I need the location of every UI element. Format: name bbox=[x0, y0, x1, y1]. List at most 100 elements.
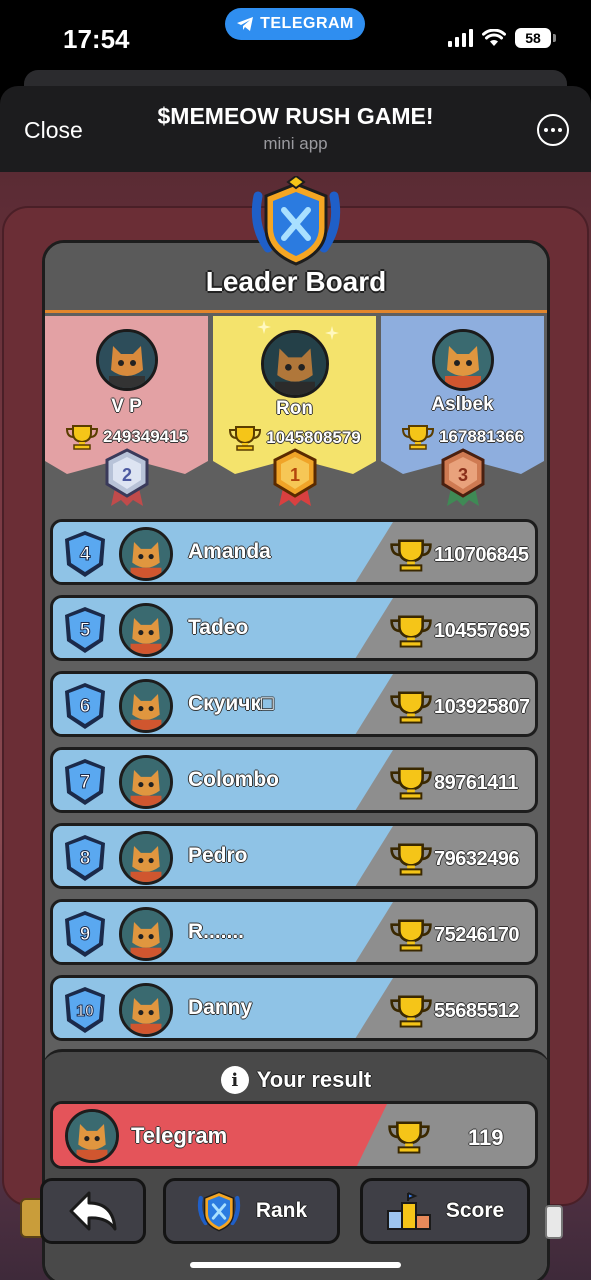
player-name: Tadeo bbox=[188, 616, 249, 639]
podium-name: Ron bbox=[276, 398, 313, 419]
sparkle-icon bbox=[325, 326, 339, 340]
rank-badge-icon: 7 bbox=[65, 759, 105, 805]
podium-score: 249349415 bbox=[45, 424, 208, 450]
rank-number: 7 bbox=[80, 772, 91, 793]
leaderboard-row[interactable]: 5 Tadeo 104557695 bbox=[50, 595, 538, 661]
battery-icon: 58 bbox=[515, 28, 556, 48]
rank-badge-icon: 4 bbox=[65, 531, 105, 577]
medal-rank: 3 bbox=[457, 465, 467, 485]
avatar bbox=[119, 755, 173, 809]
rank-medal-silver: 2 bbox=[105, 448, 148, 506]
your-result-heading: i Your result bbox=[45, 1066, 547, 1094]
bottom-nav: Rank Score bbox=[0, 1178, 591, 1248]
leaderboard-row[interactable]: 7 Colombo 89761411 bbox=[50, 747, 538, 813]
rank-number: 5 bbox=[80, 620, 91, 641]
trophy-icon bbox=[65, 425, 98, 450]
player-name: Colombo bbox=[188, 768, 279, 791]
sparkle-icon bbox=[257, 320, 271, 334]
rank-badge-icon: 6 bbox=[65, 683, 105, 729]
back-arrow-icon bbox=[69, 1191, 117, 1231]
rank-badge-icon: 9 bbox=[65, 911, 105, 957]
leaderboard-crest-icon bbox=[251, 176, 341, 266]
your-result-label: Your result bbox=[256, 1067, 372, 1092]
trophy-icon bbox=[390, 919, 432, 952]
podium-icon bbox=[386, 1192, 431, 1230]
podium-score: 167881366 bbox=[381, 424, 544, 450]
rank-crest-icon bbox=[197, 1191, 240, 1232]
podium-name: Aslbek bbox=[431, 394, 494, 415]
player-score: 75246170 bbox=[434, 924, 519, 946]
podium-third[interactable]: Aslbek 167881366 3 bbox=[381, 316, 544, 506]
rank-medal-gold: 1 bbox=[273, 448, 316, 506]
rank-badge-icon: 5 bbox=[65, 607, 105, 653]
player-score: 104557695 bbox=[434, 620, 530, 642]
score-button[interactable]: Score bbox=[360, 1178, 530, 1244]
status-icons: 58 bbox=[448, 28, 556, 48]
rank-medal-bronze: 3 bbox=[441, 448, 484, 506]
rank-number: 4 bbox=[80, 544, 91, 565]
rank-number: 8 bbox=[80, 848, 91, 869]
player-name: Скуичк□ bbox=[188, 692, 274, 715]
status-bar: 17:54 TELEGRAM 58 bbox=[0, 0, 591, 78]
telegram-icon bbox=[237, 17, 254, 31]
podium-name: V P bbox=[111, 396, 142, 417]
leaderboard-row[interactable]: 8 Pedro 79632496 bbox=[50, 823, 538, 889]
trophy-icon bbox=[390, 843, 432, 876]
telegram-pill[interactable]: TELEGRAM bbox=[225, 8, 365, 40]
trophy-icon bbox=[390, 767, 432, 800]
player-score: 55685512 bbox=[434, 1000, 519, 1022]
app-title: $MEMEOW RUSH GAME! bbox=[157, 103, 434, 129]
mini-app-header: Close $MEMEOW RUSH GAME! mini app bbox=[0, 86, 591, 172]
your-result-score: 119 bbox=[468, 1125, 504, 1150]
podium-score-value: 1045808579 bbox=[266, 428, 361, 447]
podium-second[interactable]: V P 249349415 2 bbox=[45, 316, 208, 506]
player-score: 79632496 bbox=[434, 848, 519, 870]
player-name: R....... bbox=[188, 920, 245, 943]
player-score: 103925807 bbox=[434, 696, 530, 718]
back-button[interactable] bbox=[40, 1178, 146, 1244]
leaderboard-row[interactable]: 6 Скуичк□ 103925807 bbox=[50, 671, 538, 737]
trophy-icon bbox=[390, 539, 432, 572]
your-result-row[interactable]: Telegram 119 bbox=[50, 1101, 538, 1169]
trophy-icon bbox=[388, 1121, 430, 1154]
rank-button[interactable]: Rank bbox=[163, 1178, 340, 1244]
podium-score-value: 249349415 bbox=[102, 427, 189, 446]
leaderboard-row[interactable]: 4 Amanda 110706845 bbox=[50, 519, 538, 585]
avatar bbox=[119, 983, 173, 1037]
app-subtitle: mini app bbox=[263, 134, 328, 153]
leaderboard-row[interactable]: 10 Danny 55685512 bbox=[50, 975, 538, 1041]
rank-badge-icon: 10 bbox=[65, 987, 105, 1033]
avatar bbox=[119, 831, 173, 885]
player-score: 89761411 bbox=[434, 772, 518, 794]
avatar bbox=[95, 329, 158, 391]
trophy-icon bbox=[390, 995, 432, 1028]
trophy-icon bbox=[390, 691, 432, 724]
player-name: Amanda bbox=[188, 540, 271, 563]
info-icon[interactable]: i bbox=[220, 1066, 249, 1094]
rank-label: Rank bbox=[255, 1199, 308, 1222]
signal-icon bbox=[448, 29, 473, 47]
medal-rank: 1 bbox=[289, 465, 299, 485]
leaderboard-row[interactable]: 9 R....... 75246170 bbox=[50, 899, 538, 965]
trophy-icon bbox=[401, 425, 434, 450]
leaderboard-panel: Leader Board V P 249349415 2 Ron 1045808… bbox=[42, 240, 550, 1280]
wifi-icon bbox=[482, 29, 506, 46]
rank-number: 9 bbox=[80, 924, 91, 945]
medal-rank: 2 bbox=[121, 465, 131, 485]
podium-first[interactable]: Ron 1045808579 1 bbox=[213, 316, 376, 506]
player-score: 110706845 bbox=[434, 544, 529, 566]
rank-number: 6 bbox=[80, 696, 91, 717]
rank-badge-icon: 8 bbox=[65, 835, 105, 881]
battery-level: 58 bbox=[525, 30, 541, 46]
leaderboard-title: Leader Board bbox=[205, 266, 387, 297]
telegram-pill-label: TELEGRAM bbox=[260, 15, 354, 32]
trophy-icon bbox=[229, 426, 262, 451]
avatar bbox=[119, 679, 173, 733]
your-result-name: Telegram bbox=[131, 1123, 228, 1148]
player-name: Pedro bbox=[188, 844, 248, 867]
avatar bbox=[65, 1109, 119, 1163]
status-time: 17:54 bbox=[63, 24, 130, 54]
avatar bbox=[119, 527, 173, 581]
more-icon[interactable] bbox=[537, 114, 569, 146]
home-indicator bbox=[190, 1262, 401, 1268]
